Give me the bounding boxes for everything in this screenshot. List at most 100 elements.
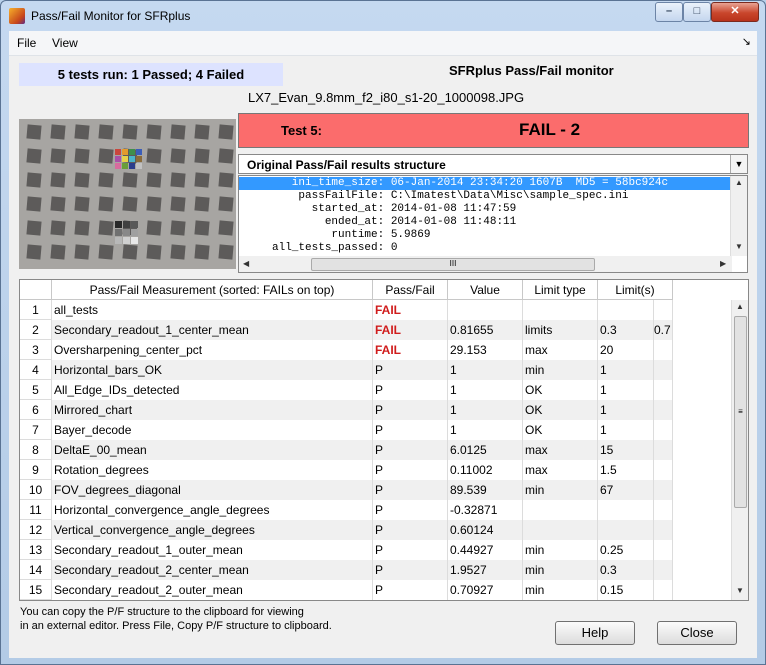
value-cell[interactable]: 1.9527 — [448, 560, 523, 580]
limit-1-cell[interactable]: 1.5 — [598, 460, 654, 480]
limit-2-cell[interactable] — [654, 460, 673, 480]
struct-line[interactable]: started_at: 2014-01-08 11:47:59 — [239, 203, 732, 216]
row-number[interactable]: 15 — [20, 580, 52, 600]
col-header-limits[interactable]: Limit(s) — [598, 280, 673, 300]
table-row[interactable]: 2 Secondary_readout_1_center_mean FAIL 0.81… — [20, 320, 732, 340]
measurement-name[interactable]: Vertical_convergence_angle_degrees — [52, 520, 373, 540]
scroll-thumb[interactable]: ≡ — [734, 316, 747, 508]
struct-line[interactable]: all_tests_passed: 0 — [239, 242, 732, 255]
limit-type-cell[interactable]: OK — [523, 420, 598, 440]
table-vertical-scrollbar[interactable]: ▲ ≡ ▼ — [731, 300, 748, 600]
limit-1-cell[interactable]: 1 — [598, 400, 654, 420]
row-number[interactable]: 7 — [20, 420, 52, 440]
value-cell[interactable]: 0.81655 — [448, 320, 523, 340]
pass-fail-cell[interactable]: P — [373, 360, 448, 380]
scroll-up-icon[interactable]: ▲ — [736, 302, 744, 311]
title-bar[interactable]: Pass/Fail Monitor for SFRplus – □ ✕ — [1, 1, 765, 31]
struct-line[interactable]: ini_time_size: 06-Jan-2014 23:34:20 1607… — [239, 177, 732, 190]
limit-1-cell[interactable]: 1 — [598, 420, 654, 440]
row-number[interactable]: 6 — [20, 400, 52, 420]
menu-file[interactable]: File — [17, 36, 36, 50]
scroll-up-icon[interactable]: ▲ — [735, 178, 743, 187]
dropdown-arrow-icon[interactable]: ▼ — [730, 155, 747, 173]
scroll-thumb[interactable]: III — [311, 258, 595, 271]
struct-vertical-scrollbar[interactable]: ▲ ▼ — [730, 176, 747, 256]
table-row[interactable]: 5 All_Edge_IDs_detected P 1 OK 1 — [20, 380, 732, 400]
help-button[interactable]: Help — [555, 621, 635, 645]
limit-type-cell[interactable]: max — [523, 440, 598, 460]
value-cell[interactable]: 0.11002 — [448, 460, 523, 480]
measurement-name[interactable]: Horizontal_bars_OK — [52, 360, 373, 380]
value-cell[interactable]: 0.60124 — [448, 520, 523, 540]
col-header-passfail[interactable]: Pass/Fail — [373, 280, 448, 300]
table-row[interactable]: 13 Secondary_readout_1_outer_mean P 0.44927… — [20, 540, 732, 560]
value-cell[interactable]: 0.44927 — [448, 540, 523, 560]
row-number[interactable]: 8 — [20, 440, 52, 460]
row-number[interactable]: 5 — [20, 380, 52, 400]
row-number[interactable]: 14 — [20, 560, 52, 580]
table-row[interactable]: 9 Rotation_degrees P 0.11002 max 1.5 — [20, 460, 732, 480]
scroll-down-icon[interactable]: ▼ — [735, 242, 743, 251]
limit-2-cell[interactable] — [654, 400, 673, 420]
limit-type-cell[interactable]: min — [523, 580, 598, 600]
measurement-name[interactable]: Horizontal_convergence_angle_degrees — [52, 500, 373, 520]
limit-1-cell[interactable] — [598, 300, 654, 320]
dock-arrow-icon[interactable]: ↘ — [742, 35, 751, 48]
table-row[interactable]: 15 Secondary_readout_2_outer_mean P 0.70927… — [20, 580, 732, 600]
limit-1-cell[interactable]: 20 — [598, 340, 654, 360]
limit-2-cell[interactable] — [654, 300, 673, 320]
measurement-name[interactable]: FOV_degrees_diagonal — [52, 480, 373, 500]
limit-type-cell[interactable]: min — [523, 540, 598, 560]
limit-type-cell[interactable]: OK — [523, 400, 598, 420]
row-number[interactable]: 11 — [20, 500, 52, 520]
limit-1-cell[interactable]: 0.3 — [598, 560, 654, 580]
measurement-name[interactable]: DeltaE_00_mean — [52, 440, 373, 460]
pass-fail-cell[interactable]: FAIL — [373, 340, 448, 360]
table-row[interactable]: 7 Bayer_decode P 1 OK 1 — [20, 420, 732, 440]
limit-2-cell[interactable] — [654, 360, 673, 380]
col-header-value[interactable]: Value — [448, 280, 523, 300]
pass-fail-cell[interactable]: P — [373, 480, 448, 500]
table-row[interactable]: 14 Secondary_readout_2_center_mean P 1.9527… — [20, 560, 732, 580]
limit-type-cell[interactable] — [523, 520, 598, 540]
table-row[interactable]: 4 Horizontal_bars_OK P 1 min 1 — [20, 360, 732, 380]
limit-type-cell[interactable]: max — [523, 340, 598, 360]
table-row[interactable]: 11 Horizontal_convergence_angle_degrees P -… — [20, 500, 732, 520]
scroll-down-icon[interactable]: ▼ — [736, 586, 744, 595]
limit-1-cell[interactable]: 67 — [598, 480, 654, 500]
measurement-name[interactable]: All_Edge_IDs_detected — [52, 380, 373, 400]
table-row[interactable]: 10 FOV_degrees_diagonal P 89.539 min 67 — [20, 480, 732, 500]
limit-type-cell[interactable]: min — [523, 560, 598, 580]
limit-type-cell[interactable] — [523, 300, 598, 320]
pass-fail-cell[interactable]: P — [373, 440, 448, 460]
row-number[interactable]: 2 — [20, 320, 52, 340]
col-header-measurement[interactable]: Pass/Fail Measurement (sorted: FAILs on … — [52, 280, 373, 300]
pass-fail-cell[interactable]: FAIL — [373, 320, 448, 340]
limit-1-cell[interactable]: 0.15 — [598, 580, 654, 600]
scroll-right-icon[interactable]: ▶ — [720, 259, 726, 268]
pass-fail-cell[interactable]: P — [373, 380, 448, 400]
table-row[interactable]: 8 DeltaE_00_mean P 6.0125 max 15 — [20, 440, 732, 460]
limit-type-cell[interactable]: limits — [523, 320, 598, 340]
limit-1-cell[interactable]: 1 — [598, 360, 654, 380]
table-row[interactable]: 6 Mirrored_chart P 1 OK 1 — [20, 400, 732, 420]
measurement-name[interactable]: Oversharpening_center_pct — [52, 340, 373, 360]
value-cell[interactable]: 89.539 — [448, 480, 523, 500]
limit-type-cell[interactable]: OK — [523, 380, 598, 400]
table-row[interactable]: 12 Vertical_convergence_angle_degrees P 0.6… — [20, 520, 732, 540]
limit-2-cell[interactable] — [654, 420, 673, 440]
value-cell[interactable]: 0.70927 — [448, 580, 523, 600]
maximize-button[interactable]: □ — [683, 2, 711, 22]
value-cell[interactable]: 1 — [448, 380, 523, 400]
limit-2-cell[interactable] — [654, 340, 673, 360]
struct-line[interactable]: ended_at: 2014-01-08 11:48:11 — [239, 216, 732, 229]
close-window-button[interactable]: ✕ — [711, 2, 759, 22]
table-row[interactable]: 1 all_tests FAIL — [20, 300, 732, 320]
limit-type-cell[interactable]: min — [523, 360, 598, 380]
value-cell[interactable]: 1 — [448, 360, 523, 380]
row-number[interactable]: 10 — [20, 480, 52, 500]
pass-fail-cell[interactable]: P — [373, 500, 448, 520]
limit-1-cell[interactable]: 15 — [598, 440, 654, 460]
row-number[interactable]: 3 — [20, 340, 52, 360]
row-number[interactable]: 4 — [20, 360, 52, 380]
